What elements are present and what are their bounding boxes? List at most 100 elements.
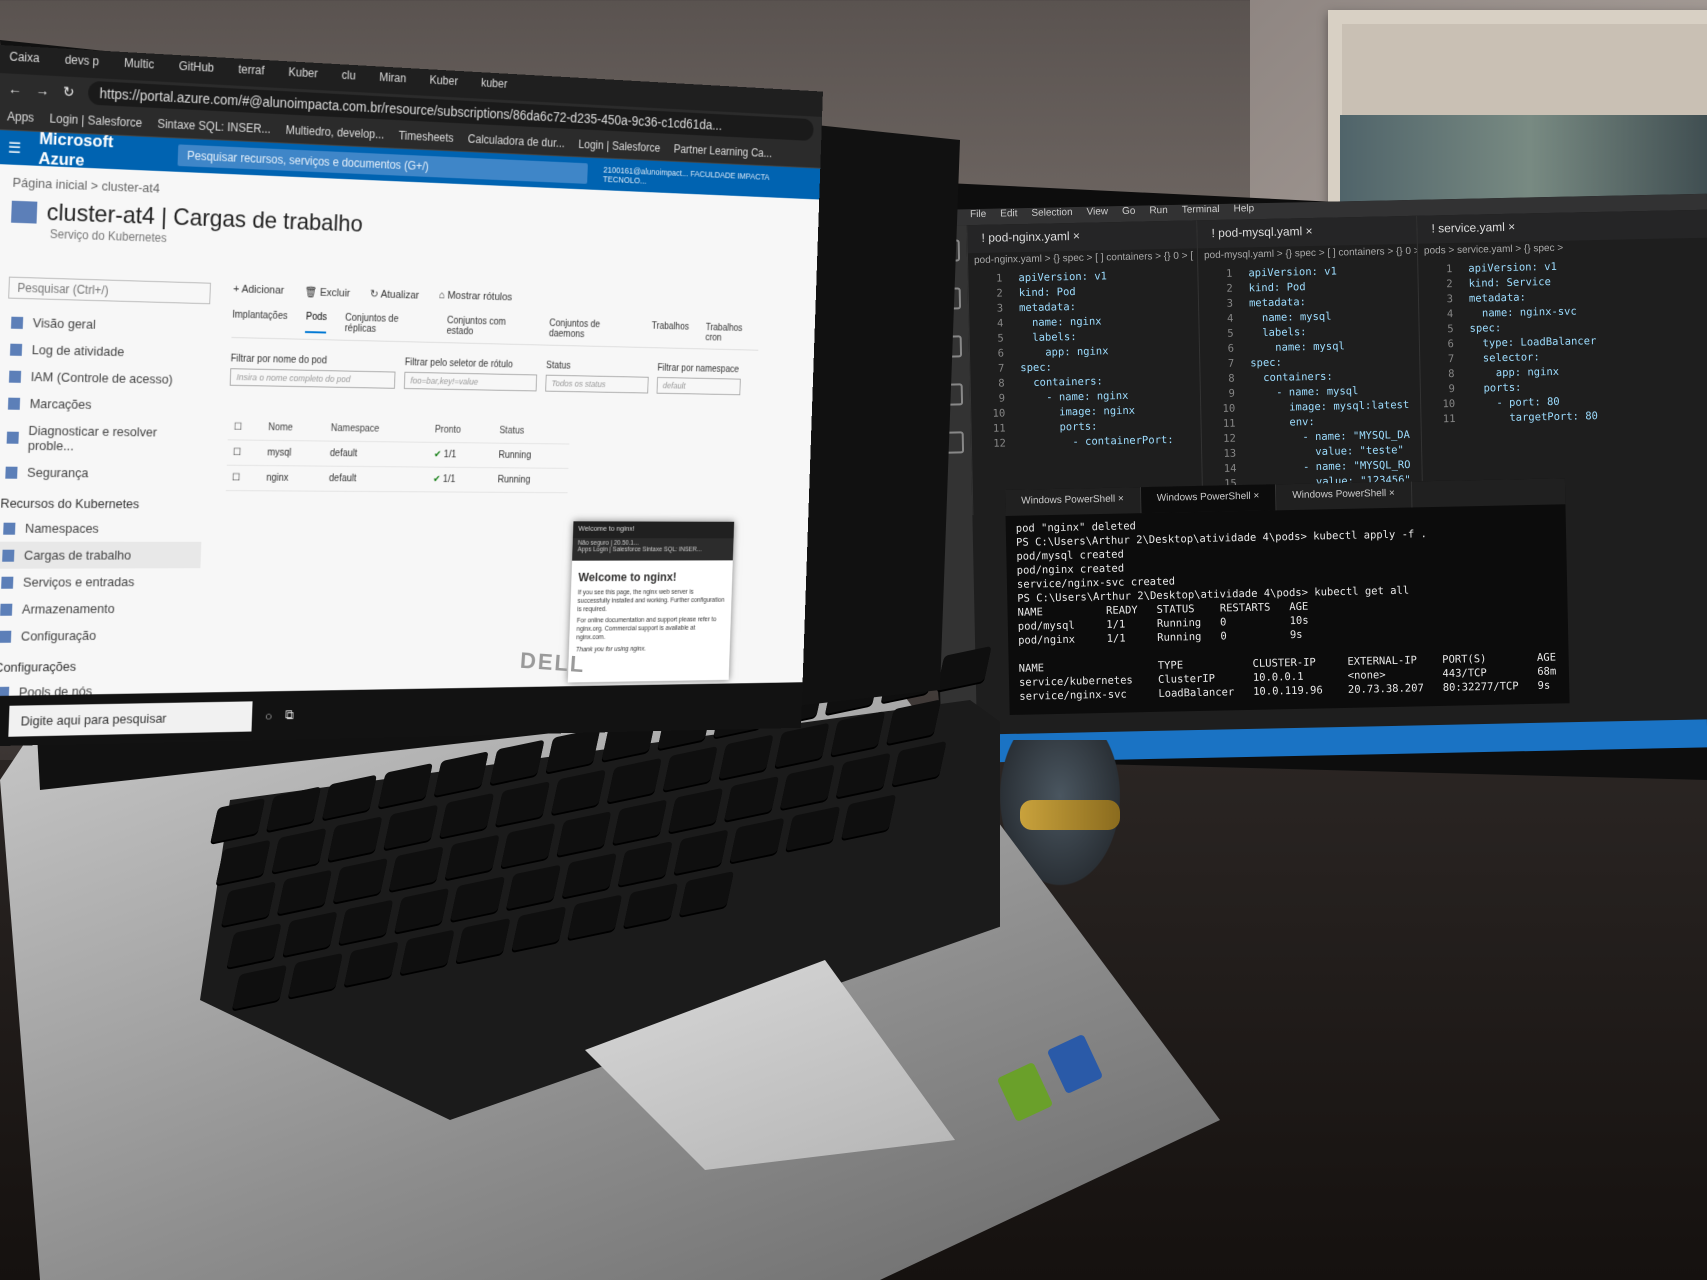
- table-row[interactable]: ☐ nginx default ✔ 1/1 Running: [225, 465, 569, 493]
- keyboard-key[interactable]: [433, 751, 489, 797]
- bookmark[interactable]: Sintaxe SQL: INSER...: [157, 117, 271, 136]
- browser-tab[interactable]: GitHub: [178, 59, 214, 80]
- menu-go[interactable]: Go: [1122, 206, 1136, 222]
- tab-deployments[interactable]: Implantações: [232, 310, 288, 333]
- bookmark[interactable]: Partner Learning Ca...: [673, 142, 772, 160]
- tab-cron-jobs[interactable]: Trabalhos cron: [705, 323, 759, 345]
- row-checkbox[interactable]: ☐: [226, 439, 263, 466]
- add-button[interactable]: + Adicionar: [233, 283, 284, 297]
- delete-button[interactable]: 🗑 Excluir: [304, 286, 350, 300]
- bookmark[interactable]: Login | Salesforce: [578, 138, 660, 155]
- keyboard-key[interactable]: [221, 881, 277, 927]
- browser-tab[interactable]: Miran: [379, 70, 407, 91]
- table-row[interactable]: ☐ mysql default ✔ 1/1 Running: [226, 439, 570, 469]
- column-header[interactable]: Pronto: [428, 418, 495, 444]
- keyboard-key[interactable]: [394, 887, 450, 933]
- menu-selection[interactable]: Selection: [1031, 207, 1072, 224]
- column-header[interactable]: Nome: [262, 415, 326, 442]
- keyboard-key[interactable]: [439, 792, 495, 838]
- code-editor[interactable]: 1 apiVersion: v1 2 kind: Service 3 metadata: 4…: [1418, 257, 1707, 428]
- menu-file[interactable]: File: [970, 209, 986, 225]
- keyboard-key[interactable]: [729, 817, 785, 863]
- keyboard-key[interactable]: [333, 857, 388, 903]
- keyboard-key[interactable]: [561, 852, 617, 898]
- browser-tab[interactable]: terraf: [238, 62, 265, 83]
- keyboard-key[interactable]: [455, 917, 511, 963]
- keyboard-key[interactable]: [399, 929, 455, 975]
- keyboard-key[interactable]: [668, 787, 724, 833]
- keyboard-key[interactable]: [886, 699, 942, 745]
- sidebar-search-input[interactable]: Pesquisar (Ctrl+/): [8, 276, 211, 305]
- keyboard-key[interactable]: [489, 739, 545, 785]
- keyboard-key[interactable]: [724, 776, 779, 822]
- sidebar-item-configuration[interactable]: Configuração: [0, 621, 198, 650]
- powershell-terminal[interactable]: Windows PowerShell × Windows PowerShell …: [1005, 478, 1570, 715]
- pod-filter-input[interactable]: Insira o nome completo do pod: [229, 368, 396, 389]
- tab-daemon-sets[interactable]: Conjuntos de daemons: [549, 318, 635, 341]
- bookmark[interactable]: Login | Salesforce: [49, 112, 142, 130]
- keyboard-key[interactable]: [500, 822, 556, 868]
- forward-icon[interactable]: →: [35, 82, 49, 99]
- tab-replica-sets[interactable]: Conjuntos de réplicas: [345, 313, 430, 336]
- pod-name[interactable]: mysql: [261, 440, 325, 467]
- keyboard-key[interactable]: [551, 769, 606, 815]
- namespace-select[interactable]: default: [656, 376, 741, 396]
- keyboard-key[interactable]: [662, 746, 718, 792]
- cortana-icon[interactable]: ○: [265, 708, 273, 723]
- refresh-button[interactable]: ↻ Atualizar: [370, 288, 419, 302]
- keyboard-key[interactable]: [785, 806, 841, 852]
- bookmark[interactable]: Timesheets: [398, 129, 453, 145]
- task-view-icon[interactable]: ⧉: [285, 707, 294, 723]
- terminal-tab[interactable]: Windows PowerShell ×: [1276, 481, 1413, 511]
- keyboard-key[interactable]: [288, 953, 343, 998]
- back-icon[interactable]: ←: [8, 80, 22, 97]
- browser-tab[interactable]: Kuber: [429, 73, 458, 94]
- keyboard-key[interactable]: [450, 876, 506, 922]
- keyboard-key[interactable]: [495, 781, 551, 827]
- keyboard-key[interactable]: [617, 841, 673, 887]
- keyboard-key[interactable]: [936, 645, 992, 691]
- keyboard-key[interactable]: [506, 864, 561, 910]
- menu-icon[interactable]: ☰: [8, 139, 22, 158]
- keyboard-key[interactable]: [271, 828, 327, 873]
- show-labels-button[interactable]: ⌂ Mostrar rótulos: [439, 290, 513, 304]
- select-all-checkbox[interactable]: ☐: [227, 414, 264, 441]
- sidebar-item-tags[interactable]: Marcações: [4, 390, 207, 420]
- browser-tab[interactable]: clu: [341, 68, 355, 88]
- keyboard-key[interactable]: [556, 811, 612, 857]
- keyboard-key[interactable]: [841, 794, 897, 840]
- sidebar-item-security[interactable]: Segurança: [1, 459, 204, 487]
- keyboard-key[interactable]: [511, 906, 567, 952]
- keyboard-key[interactable]: [891, 741, 947, 786]
- keyboard-key[interactable]: [338, 899, 394, 945]
- bookmark[interactable]: Multiedro, develop...: [285, 123, 384, 141]
- status-select[interactable]: Todos os status: [545, 374, 649, 394]
- pod-name[interactable]: nginx: [260, 465, 324, 492]
- keyboard-key[interactable]: [215, 839, 271, 885]
- keyboard-key[interactable]: [378, 762, 433, 808]
- menu-view[interactable]: View: [1086, 206, 1108, 222]
- keyboard-key[interactable]: [835, 752, 891, 798]
- sidebar-item-storage[interactable]: Armazenamento: [0, 595, 199, 623]
- nginx-address-bar[interactable]: Não seguro | 20.50.1... Apps Login | Sal…: [572, 538, 734, 561]
- keyboard-key[interactable]: [545, 727, 601, 773]
- keyboard-key[interactable]: [226, 923, 282, 969]
- taskbar-search-input[interactable]: Digite aqui para pesquisar: [8, 700, 253, 737]
- keyboard-key[interactable]: [210, 798, 266, 844]
- browser-tab[interactable]: Multic: [124, 56, 154, 77]
- menu-run[interactable]: Run: [1149, 205, 1168, 221]
- tab-stateful-sets[interactable]: Conjuntos com estado: [446, 316, 532, 339]
- browser-tab[interactable]: Kuber: [288, 65, 318, 86]
- terminal-tab[interactable]: Windows PowerShell ×: [1140, 484, 1277, 514]
- keyboard-key[interactable]: [232, 964, 287, 1010]
- keyboard-key[interactable]: [623, 882, 679, 928]
- column-header[interactable]: Status: [493, 419, 571, 445]
- code-editor[interactable]: 1 apiVersion: v1 2 kind: Pod 3 metadata: 4 nam…: [1198, 263, 1423, 493]
- keyboard-key[interactable]: [679, 871, 734, 917]
- nginx-tab[interactable]: Welcome to nginx!: [572, 521, 735, 539]
- row-checkbox[interactable]: ☐: [225, 465, 262, 491]
- keyboard-key[interactable]: [383, 804, 439, 850]
- tab-jobs[interactable]: Trabalhos: [651, 321, 690, 342]
- tab-pods[interactable]: Pods: [305, 311, 328, 334]
- reload-icon[interactable]: ↻: [63, 83, 75, 100]
